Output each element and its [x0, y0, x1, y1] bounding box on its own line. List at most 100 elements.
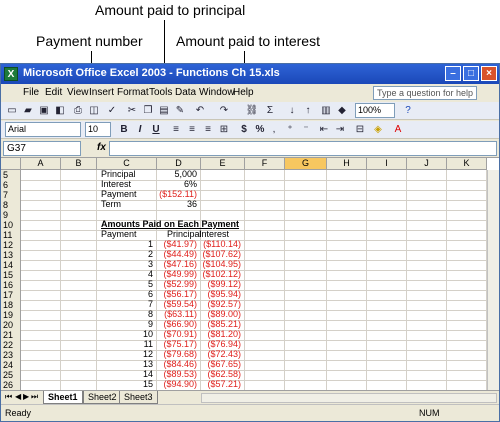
horizontal-scrollbar[interactable] — [201, 393, 497, 403]
new-file-icon[interactable]: ▭ — [5, 104, 19, 118]
column-header-i[interactable]: I — [367, 158, 407, 170]
bold-button[interactable]: B — [117, 123, 131, 137]
cut-icon[interactable]: ✂ — [125, 104, 139, 118]
minimize-button[interactable]: – — [445, 66, 461, 81]
vertical-scrollbar[interactable] — [487, 170, 499, 390]
gridline-horizontal — [21, 180, 499, 181]
gridline-horizontal — [21, 380, 499, 381]
gridline-horizontal — [21, 270, 499, 271]
gridline-horizontal — [21, 240, 499, 241]
decrease-indent-icon[interactable]: ⇤ — [317, 123, 331, 137]
name-box[interactable]: G37 — [3, 141, 81, 156]
undo-icon[interactable]: ↶ — [193, 104, 207, 118]
gridline-horizontal — [21, 210, 499, 211]
chart-wizard-icon[interactable]: ▥ — [319, 104, 333, 118]
standard-toolbar: ▭ ▰ ▣ ◧ ⎙ ◫ ✓ ✂ ❐ ▤ ✎ ↶ ↷ ⛓ Σ ↓ ↑ ▥ ◆ 10… — [1, 102, 499, 120]
sheet-tab-3[interactable]: Sheet3 — [119, 391, 158, 404]
spreadsheet-grid[interactable]: A B C D E F G H I J K 5 6 7 8 9 10 11 12 13 14 15 16 17 18 19 20 21… — [1, 158, 499, 390]
paste-icon[interactable]: ▤ — [157, 104, 171, 118]
fill-color-icon[interactable]: ◈ — [371, 123, 385, 137]
format-painter-icon[interactable]: ✎ — [173, 104, 187, 118]
formatting-toolbar: Arial 10 B I U ≡ ≡ ≡ ⊞ $ % , ⁺ ⁻ ⇤ ⇥ ⊟ ◈… — [1, 121, 499, 139]
menu-insert[interactable]: Insert — [89, 87, 114, 98]
gridline-horizontal — [21, 370, 499, 371]
summary-value: 36 — [186, 199, 197, 209]
drawing-icon[interactable]: ◆ — [335, 104, 349, 118]
callout-payment-number: Payment number — [36, 33, 143, 49]
column-header-a[interactable]: A — [21, 158, 61, 170]
borders-icon[interactable]: ⊟ — [353, 123, 367, 137]
maximize-button[interactable]: □ — [463, 66, 479, 81]
menu-view[interactable]: View — [67, 87, 89, 98]
insert-function-button[interactable]: fx — [97, 142, 106, 153]
prev-sheet-icon[interactable]: ◀ — [15, 392, 21, 401]
spelling-icon[interactable]: ✓ — [105, 104, 119, 118]
next-sheet-icon[interactable]: ▶ — [23, 392, 29, 401]
permission-icon[interactable]: ◧ — [53, 104, 67, 118]
autosum-icon[interactable]: Σ — [263, 104, 277, 118]
last-sheet-icon[interactable]: ⏭ — [31, 392, 38, 402]
menu-tools[interactable]: Tools — [149, 87, 172, 98]
sort-ascending-icon[interactable]: ↓ — [285, 104, 299, 118]
gridline-horizontal — [21, 360, 499, 361]
increase-indent-icon[interactable]: ⇥ — [333, 123, 347, 137]
open-folder-icon[interactable]: ▰ — [21, 104, 35, 118]
align-right-icon[interactable]: ≡ — [201, 123, 215, 137]
window-title: Microsoft Office Excel 2003 - Functions … — [23, 67, 280, 79]
font-size-select[interactable]: 10 — [85, 122, 111, 137]
menu-file[interactable]: File — [23, 87, 39, 98]
comma-style-icon[interactable]: , — [267, 123, 281, 137]
align-center-icon[interactable]: ≡ — [185, 123, 199, 137]
column-header-b[interactable]: B — [61, 158, 97, 170]
print-icon[interactable]: ⎙ — [71, 104, 85, 118]
column-header-g[interactable]: G — [285, 158, 327, 170]
gridline-horizontal — [21, 190, 499, 191]
gridline-horizontal — [21, 250, 499, 251]
column-header-h[interactable]: H — [327, 158, 367, 170]
gridline-horizontal — [21, 220, 499, 221]
zoom-select[interactable]: 100% — [355, 103, 395, 118]
select-all-corner[interactable] — [1, 158, 21, 170]
redo-icon[interactable]: ↷ — [217, 104, 231, 118]
column-header-f[interactable]: F — [245, 158, 285, 170]
first-sheet-icon[interactable]: ⏮ — [5, 392, 12, 402]
font-select[interactable]: Arial — [5, 122, 81, 137]
merge-center-icon[interactable]: ⊞ — [217, 123, 231, 137]
sheet-tab-2[interactable]: Sheet2 — [83, 391, 122, 404]
column-header-j[interactable]: J — [407, 158, 447, 170]
print-preview-icon[interactable]: ◫ — [87, 104, 101, 118]
menu-bar: File Edit View Insert Format Tools Data … — [1, 84, 499, 102]
italic-button[interactable]: I — [133, 123, 147, 137]
column-header-e[interactable]: E — [201, 158, 245, 170]
hyperlink-icon[interactable]: ⛓ — [245, 104, 259, 118]
menu-window[interactable]: Window — [199, 87, 235, 98]
row-header[interactable]: 26 — [1, 380, 21, 390]
callout-interest: Amount paid to interest — [176, 33, 320, 49]
decrease-decimal-icon[interactable]: ⁻ — [299, 123, 313, 137]
percent-button[interactable]: % — [253, 123, 267, 137]
formula-input[interactable] — [109, 141, 497, 156]
gridline-horizontal — [21, 260, 499, 261]
summary-label: Term — [101, 199, 121, 209]
align-left-icon[interactable]: ≡ — [169, 123, 183, 137]
font-color-icon[interactable]: A — [391, 123, 405, 137]
status-bar: Ready NUM — [1, 404, 499, 421]
sort-descending-icon[interactable]: ↑ — [301, 104, 315, 118]
save-icon[interactable]: ▣ — [37, 104, 51, 118]
menu-data[interactable]: Data — [175, 87, 196, 98]
help-search-input[interactable]: Type a question for help — [373, 86, 477, 100]
currency-button[interactable]: $ — [237, 123, 251, 137]
help-icon[interactable]: ? — [401, 104, 415, 118]
increase-decimal-icon[interactable]: ⁺ — [283, 123, 297, 137]
close-button[interactable]: × — [481, 66, 497, 81]
menu-edit[interactable]: Edit — [45, 87, 62, 98]
menu-format[interactable]: Format — [117, 87, 149, 98]
gridline-horizontal — [21, 300, 499, 301]
gridline-horizontal — [21, 350, 499, 351]
copy-icon[interactable]: ❐ — [141, 104, 155, 118]
excel-app-icon: X — [4, 67, 18, 81]
underline-button[interactable]: U — [149, 123, 163, 137]
sheet-tab-1[interactable]: Sheet1 — [43, 391, 83, 404]
menu-help[interactable]: Help — [233, 87, 254, 98]
column-header-k[interactable]: K — [447, 158, 487, 170]
